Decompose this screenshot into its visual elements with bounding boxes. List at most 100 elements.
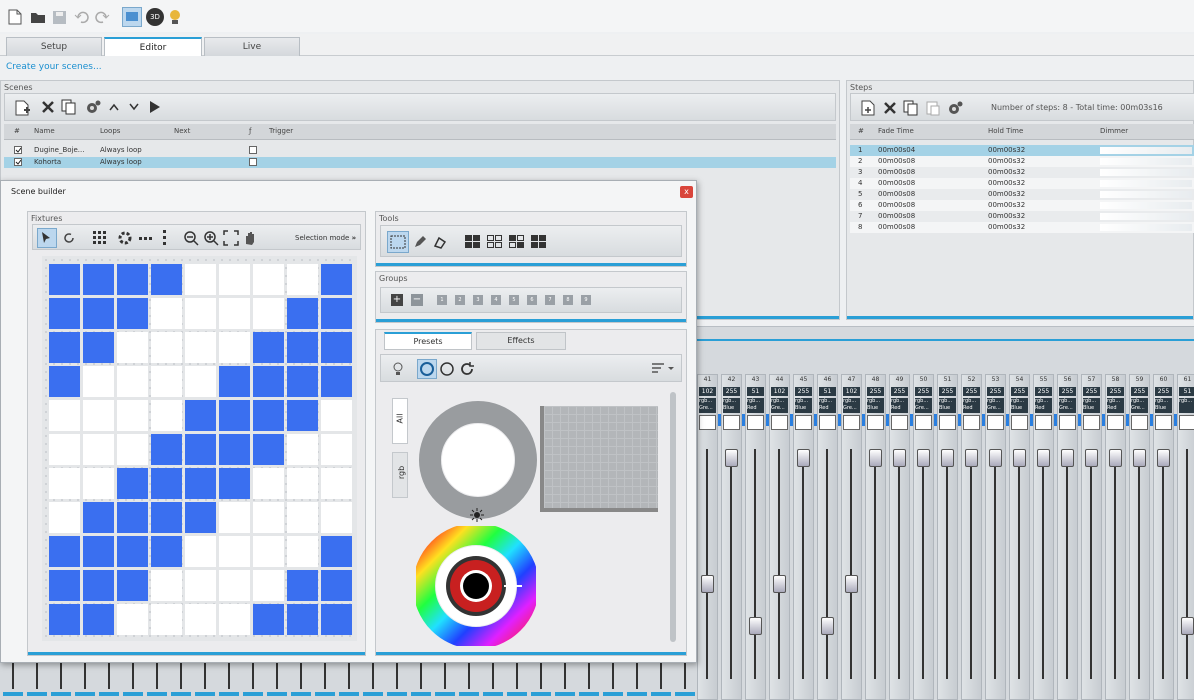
group-button[interactable]: 1 bbox=[437, 295, 447, 305]
fixture-cell-selected[interactable] bbox=[253, 434, 284, 465]
step-row[interactable]: 8 00m00s08 00m00s32 bbox=[850, 222, 1194, 233]
save-icon[interactable] bbox=[52, 9, 68, 25]
tab-editor[interactable]: Editor bbox=[104, 37, 202, 56]
filter-dropdown-icon[interactable] bbox=[651, 362, 677, 376]
fixture-cell[interactable] bbox=[117, 332, 148, 363]
channel-color-swatch[interactable] bbox=[1131, 415, 1148, 430]
fixture-cell[interactable] bbox=[49, 400, 80, 431]
fader-knob[interactable] bbox=[725, 449, 738, 467]
channel-color-swatch[interactable] bbox=[867, 415, 884, 430]
scene-enabled-checkbox[interactable] bbox=[14, 146, 22, 154]
circle-preset-icon[interactable] bbox=[439, 361, 455, 377]
close-button[interactable]: x bbox=[680, 186, 693, 198]
fixture-cell[interactable] bbox=[321, 502, 352, 533]
fixture-cell[interactable] bbox=[253, 468, 284, 499]
fader-knob[interactable] bbox=[1013, 449, 1026, 467]
fixture-cell-selected[interactable] bbox=[117, 570, 148, 601]
side-tab-all[interactable]: All bbox=[392, 398, 408, 444]
fixture-cell[interactable] bbox=[83, 366, 114, 397]
fixture-cell-selected[interactable] bbox=[83, 332, 114, 363]
fixture-cell[interactable] bbox=[253, 536, 284, 567]
color-wheel[interactable] bbox=[416, 526, 536, 646]
fader-knob[interactable] bbox=[1085, 449, 1098, 467]
channel-color-swatch[interactable] bbox=[1011, 415, 1028, 430]
fixture-cell-selected[interactable] bbox=[185, 400, 216, 431]
fixture-cell-selected[interactable] bbox=[49, 264, 80, 295]
fixture-cell-selected[interactable] bbox=[253, 332, 284, 363]
fader-knob[interactable] bbox=[917, 449, 930, 467]
channel-color-swatch[interactable] bbox=[939, 415, 956, 430]
col-trigger[interactable]: Trigger bbox=[269, 127, 293, 135]
move-up-icon[interactable] bbox=[109, 103, 119, 111]
refresh-icon[interactable] bbox=[459, 361, 475, 377]
undo-icon[interactable] bbox=[74, 9, 90, 25]
fixture-cell[interactable] bbox=[321, 434, 352, 465]
fixture-cell-selected[interactable] bbox=[321, 298, 352, 329]
fixture-cell-selected[interactable] bbox=[253, 366, 284, 397]
fixture-cell[interactable] bbox=[117, 434, 148, 465]
fixture-cell-selected[interactable] bbox=[219, 434, 250, 465]
col-dimmer[interactable]: Dimmer bbox=[1100, 127, 1128, 135]
fixture-cell[interactable] bbox=[117, 400, 148, 431]
group-button[interactable]: 3 bbox=[473, 295, 483, 305]
step-row[interactable]: 4 00m00s08 00m00s32 bbox=[850, 178, 1194, 189]
channel-color-swatch[interactable] bbox=[747, 415, 764, 430]
fixture-cell[interactable] bbox=[83, 468, 114, 499]
fixture-cell-selected[interactable] bbox=[151, 502, 182, 533]
fader-knob[interactable] bbox=[845, 575, 858, 593]
intensity-dial[interactable] bbox=[418, 400, 538, 520]
fixture-cell-selected[interactable] bbox=[49, 366, 80, 397]
scene-function-checkbox[interactable] bbox=[249, 146, 257, 154]
fixture-cell[interactable] bbox=[219, 332, 250, 363]
channel-color-swatch[interactable] bbox=[963, 415, 980, 430]
channel-color-swatch[interactable] bbox=[795, 415, 812, 430]
fixture-cell-selected[interactable] bbox=[287, 332, 318, 363]
step-dimmer-bar[interactable] bbox=[1100, 202, 1192, 209]
solid-circle-preset-icon[interactable] bbox=[417, 359, 437, 379]
fixture-cell[interactable] bbox=[185, 536, 216, 567]
fixture-cell[interactable] bbox=[219, 604, 250, 635]
col-fade-time[interactable]: Fade Time bbox=[878, 127, 914, 135]
fixture-cell[interactable] bbox=[117, 366, 148, 397]
paste-step-icon[interactable] bbox=[925, 100, 941, 116]
fixture-cell[interactable] bbox=[253, 502, 284, 533]
group-button[interactable]: 7 bbox=[545, 295, 555, 305]
zoom-in-icon[interactable] bbox=[203, 230, 219, 246]
channel-color-swatch[interactable] bbox=[915, 415, 932, 430]
scene-settings-gear-icon[interactable] bbox=[85, 99, 101, 115]
fixture-cell-selected[interactable] bbox=[49, 536, 80, 567]
fixture-cell[interactable] bbox=[253, 570, 284, 601]
add-scene-icon[interactable] bbox=[15, 100, 31, 116]
channel-color-swatch[interactable] bbox=[987, 415, 1004, 430]
fixture-cell-selected[interactable] bbox=[219, 468, 250, 499]
channel-color-swatch[interactable] bbox=[1035, 415, 1052, 430]
fixture-cell-selected[interactable] bbox=[287, 366, 318, 397]
fixture-cell-selected[interactable] bbox=[287, 604, 318, 635]
fixture-cell[interactable] bbox=[219, 502, 250, 533]
fixture-cell-selected[interactable] bbox=[151, 468, 182, 499]
tab-effects[interactable]: Effects bbox=[476, 332, 566, 350]
add-step-icon[interactable] bbox=[861, 100, 875, 116]
step-dimmer-bar[interactable] bbox=[1100, 191, 1192, 198]
step-row[interactable]: 5 00m00s08 00m00s32 bbox=[850, 189, 1194, 200]
fixture-cell[interactable] bbox=[185, 332, 216, 363]
delete-step-icon[interactable] bbox=[883, 101, 897, 115]
fixture-cell-selected[interactable] bbox=[321, 604, 352, 635]
fixture-cell[interactable] bbox=[219, 264, 250, 295]
fixture-cell-selected[interactable] bbox=[117, 468, 148, 499]
step-row[interactable]: 6 00m00s08 00m00s32 bbox=[850, 200, 1194, 211]
col-name[interactable]: Name bbox=[34, 127, 55, 135]
fixture-cell[interactable] bbox=[287, 536, 318, 567]
copy-scene-icon[interactable] bbox=[61, 99, 77, 115]
fixture-cell-selected[interactable] bbox=[83, 604, 114, 635]
pan-hand-icon[interactable] bbox=[243, 230, 257, 246]
add-group-icon[interactable]: + bbox=[391, 294, 403, 306]
group-button[interactable]: 2 bbox=[455, 295, 465, 305]
remove-group-icon[interactable]: − bbox=[411, 294, 423, 306]
fixture-cell-selected[interactable] bbox=[151, 264, 182, 295]
fixture-cell[interactable] bbox=[151, 332, 182, 363]
channel-color-swatch[interactable] bbox=[1155, 415, 1172, 430]
fixture-cell[interactable] bbox=[151, 400, 182, 431]
fixture-cell-selected[interactable] bbox=[83, 570, 114, 601]
fixture-cell-selected[interactable] bbox=[253, 400, 284, 431]
